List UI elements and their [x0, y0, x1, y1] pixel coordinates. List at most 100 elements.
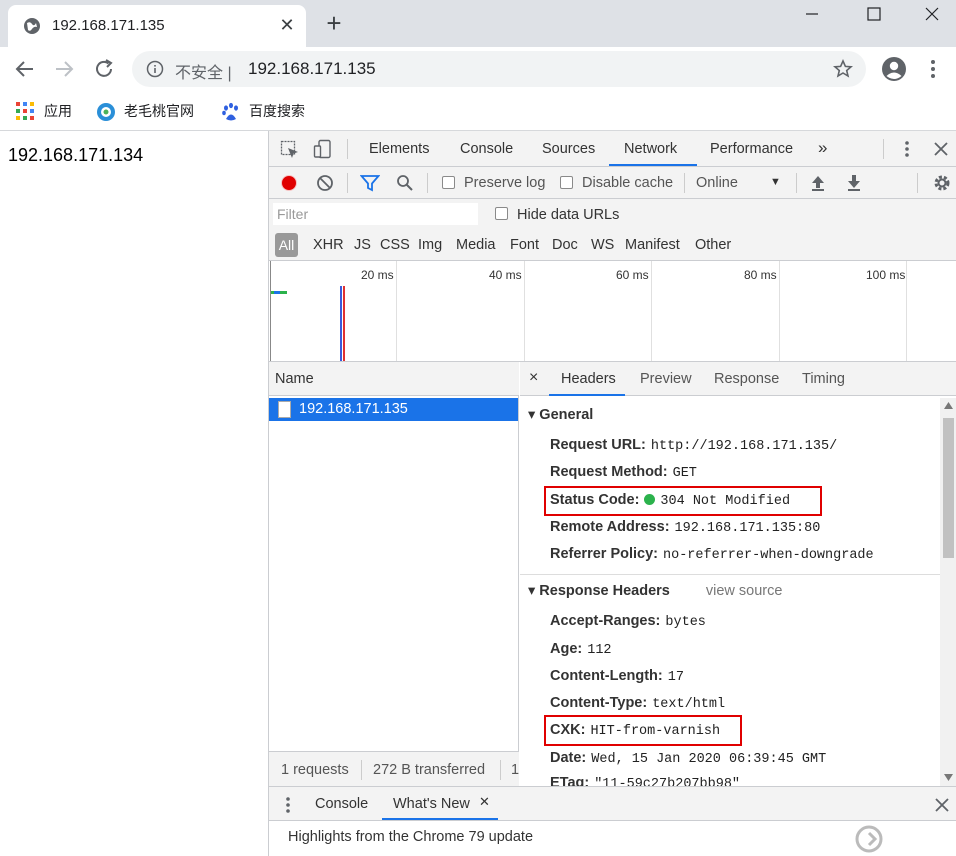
timeline-tick-label: 80 ms — [744, 268, 777, 282]
dom-content-loaded-marker — [340, 286, 342, 361]
devtools-close-icon[interactable] — [934, 142, 948, 156]
drawer-tab-close-icon[interactable]: ✕ — [479, 794, 490, 810]
search-icon[interactable] — [396, 174, 414, 192]
scroll-up-arrow-icon[interactable] — [944, 402, 953, 409]
tab-network[interactable]: Network — [624, 141, 677, 157]
details-tab-bar: × Headers Preview Response Timing — [520, 362, 956, 396]
drawer-tab-whats-new[interactable]: What's New — [393, 796, 470, 812]
baidu-paw-icon — [222, 102, 238, 121]
new-tab-button[interactable]: + — [321, 10, 347, 37]
resource-type-bar: All XHR JS CSS Img Media Font Doc WS Man… — [269, 231, 956, 261]
tab-response[interactable]: Response — [714, 371, 779, 387]
active-drawer-tab-indicator — [382, 818, 498, 820]
clear-icon[interactable] — [316, 174, 334, 192]
toolbar-divider — [883, 139, 884, 159]
bookmark-apps[interactable]: 应用 — [16, 101, 86, 121]
hide-data-urls-label[interactable]: Hide data URLs — [517, 207, 619, 223]
scrollbar-thumb[interactable] — [943, 418, 954, 558]
whats-new-headline: Highlights from the Chrome 79 update — [288, 829, 534, 845]
type-filter-media[interactable]: Media — [456, 237, 496, 253]
info-icon[interactable] — [146, 60, 164, 78]
apps-grid-icon — [16, 102, 34, 120]
type-filter-other[interactable]: Other — [695, 237, 731, 253]
referrer-policy-row: Referrer Policy: no-referrer-when-downgra… — [550, 546, 874, 563]
request-row[interactable]: 192.168.171.135 — [269, 398, 518, 421]
address-bar[interactable] — [132, 51, 866, 87]
details-scrollbar[interactable] — [940, 398, 956, 786]
bookmark-laomaotao[interactable]: 老毛桃官网 — [96, 101, 206, 121]
tab-console[interactable]: Console — [460, 141, 513, 157]
response-headers-section[interactable]: ▾ Response Headers view source — [528, 583, 782, 599]
type-filter-doc[interactable]: Doc — [552, 237, 578, 253]
disable-cache-label[interactable]: Disable cache — [582, 175, 673, 191]
throttling-chevron-down-icon[interactable]: ▼ — [770, 176, 781, 188]
tab-headers[interactable]: Headers — [561, 371, 616, 387]
timeline-gridline — [779, 261, 780, 361]
tab-sources[interactable]: Sources — [542, 141, 595, 157]
close-details-icon[interactable]: × — [529, 369, 538, 387]
network-toolbar: Preserve log Disable cache Online ▼ — [269, 167, 956, 199]
maximize-icon[interactable] — [850, 0, 898, 28]
tab-close-icon[interactable]: ✕ — [276, 14, 298, 36]
back-arrow-icon[interactable] — [13, 57, 37, 81]
scroll-down-arrow-icon[interactable] — [944, 774, 953, 781]
drawer-close-icon[interactable] — [935, 798, 949, 812]
window-close-icon[interactable] — [908, 0, 956, 28]
section-divider — [520, 574, 940, 575]
type-filter-js[interactable]: JS — [354, 237, 371, 253]
active-tab-indicator — [609, 164, 697, 166]
timeline-tick-label: 100 ms — [866, 268, 906, 282]
watermark-logo — [848, 822, 956, 856]
toolbar-divider — [684, 173, 685, 193]
record-icon[interactable] — [280, 174, 298, 192]
browser-tab[interactable]: 192.168.171.135 ✕ — [8, 5, 306, 47]
insecure-label[interactable]: 不安全 | — [175, 59, 232, 83]
device-toolbar-icon[interactable] — [313, 139, 333, 159]
status-code-highlight-box — [544, 486, 822, 516]
preserve-log-label[interactable]: Preserve log — [464, 175, 545, 191]
type-filter-manifest[interactable]: Manifest — [625, 237, 680, 253]
devtools-menu-icon[interactable] — [900, 139, 914, 159]
preserve-log-checkbox[interactable] — [442, 176, 455, 189]
view-source-link[interactable]: view source — [706, 583, 783, 599]
timeline-gridline — [651, 261, 652, 361]
timeline-overview[interactable]: 20 ms 40 ms 60 ms 80 ms 100 ms — [269, 261, 956, 362]
minimize-icon[interactable] — [788, 0, 836, 28]
disable-cache-checkbox[interactable] — [560, 176, 573, 189]
type-filter-img[interactable]: Img — [418, 237, 442, 253]
url-text[interactable]: 192.168.171.135 — [248, 59, 376, 79]
type-filter-ws[interactable]: WS — [591, 237, 614, 253]
inspect-element-icon[interactable] — [280, 140, 300, 160]
filter-funnel-icon[interactable] — [360, 174, 380, 192]
transferred-size: 272 B transferred — [373, 762, 486, 778]
tab-timing[interactable]: Timing — [802, 371, 845, 387]
name-column-header[interactable]: Name — [269, 362, 519, 396]
network-settings-gear-icon[interactable] — [932, 173, 952, 193]
hide-data-urls-checkbox[interactable] — [495, 207, 508, 220]
type-filter-css[interactable]: CSS — [380, 237, 410, 253]
throttling-select[interactable]: Online — [696, 175, 738, 191]
type-filter-font[interactable]: Font — [510, 237, 539, 253]
export-har-icon[interactable] — [846, 173, 862, 193]
general-section-toggle[interactable]: ▾ General — [528, 407, 593, 423]
type-filter-xhr[interactable]: XHR — [313, 237, 344, 253]
tab-elements[interactable]: Elements — [369, 141, 429, 157]
drawer-tab-console[interactable]: Console — [315, 796, 368, 812]
forward-arrow-icon[interactable] — [52, 57, 76, 81]
reload-icon[interactable] — [92, 57, 116, 81]
more-tabs-chevron-icon[interactable]: » — [818, 138, 827, 158]
import-har-icon[interactable] — [810, 173, 826, 193]
tab-performance[interactable]: Performance — [710, 141, 793, 157]
drawer-menu-icon[interactable] — [283, 795, 293, 815]
timeline-tick-label: 60 ms — [616, 268, 649, 282]
type-filter-all[interactable]: All — [275, 233, 298, 257]
request-list: Name 192.168.171.135 — [269, 362, 519, 786]
bookmark-star-icon[interactable] — [833, 59, 853, 79]
bookmark-baidu[interactable]: 百度搜索 — [221, 101, 321, 121]
kebab-menu-icon[interactable] — [924, 58, 942, 80]
profile-avatar-icon[interactable] — [881, 56, 907, 82]
request-method-row: Request Method: GET — [550, 464, 697, 481]
filter-bar: Filter Hide data URLs — [269, 199, 956, 231]
tab-preview[interactable]: Preview — [640, 371, 692, 387]
filter-input[interactable]: Filter — [273, 203, 478, 225]
